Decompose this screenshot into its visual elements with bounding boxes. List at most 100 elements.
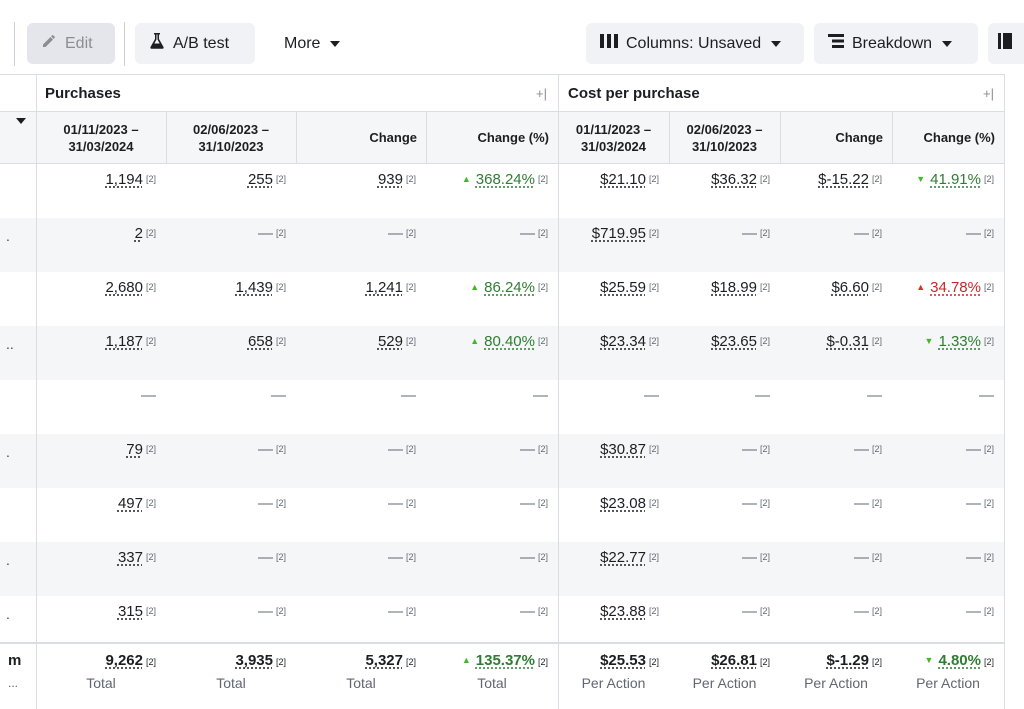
cell-value[interactable]: 80.40% xyxy=(484,333,535,350)
cell-value[interactable]: 658 xyxy=(248,333,273,350)
footnote-marker[interactable]: [2] xyxy=(538,174,548,184)
row-label[interactable]: .. xyxy=(6,336,14,352)
footnote-marker[interactable]: [2] xyxy=(146,552,156,562)
footnote-marker[interactable]: [2] xyxy=(760,336,770,346)
export-button[interactable] xyxy=(988,23,1024,64)
col-header-purchases-change[interactable]: Change xyxy=(296,112,426,163)
cell-value[interactable]: $23.88 xyxy=(600,603,646,620)
footnote-marker[interactable]: [2] xyxy=(538,336,548,346)
col-header-purchases-range2[interactable]: 02/06/2023 – 31/10/2023 xyxy=(166,112,296,163)
footnote-marker[interactable]: [2] xyxy=(649,498,659,508)
cell-value[interactable]: $719.95 xyxy=(592,225,646,242)
footnote-marker[interactable]: [2] xyxy=(538,228,548,238)
footnote-marker[interactable]: [2] xyxy=(406,228,416,238)
footnote-marker[interactable]: [2] xyxy=(538,444,548,454)
col-header-cost-change-pct[interactable]: Change (%) xyxy=(892,112,1004,163)
footnote-marker[interactable]: [2] xyxy=(146,606,156,616)
sort-caret-icon[interactable] xyxy=(16,118,26,124)
footnote-marker[interactable]: [2] xyxy=(984,552,994,562)
cell-value[interactable]: 255 xyxy=(248,171,273,188)
footnote-marker[interactable]: [2] xyxy=(760,606,770,616)
footnote-marker[interactable]: [2] xyxy=(984,444,994,454)
cell-value[interactable]: $22.77 xyxy=(600,549,646,566)
footnote-marker[interactable]: [2] xyxy=(649,552,659,562)
cell-value[interactable]: 1,194 xyxy=(105,171,143,188)
row-label[interactable]: . xyxy=(6,606,10,622)
footnote-marker[interactable]: [2] xyxy=(872,606,882,616)
cell-value[interactable]: 939 xyxy=(378,171,403,188)
footnote-marker[interactable]: [2] xyxy=(760,282,770,292)
cell-value[interactable]: $18.99 xyxy=(711,279,757,296)
footnote-marker[interactable]: [2] xyxy=(276,174,286,184)
cell-value[interactable]: 368.24% xyxy=(476,171,535,188)
footnote-marker[interactable]: [2] xyxy=(872,444,882,454)
footnote-marker[interactable]: [2] xyxy=(872,498,882,508)
cell-value[interactable]: $23.34 xyxy=(600,333,646,350)
more-button[interactable]: More xyxy=(270,23,362,64)
footnote-marker[interactable]: [2] xyxy=(276,606,286,616)
cell-value[interactable]: 79 xyxy=(126,441,143,458)
cell-value[interactable]: 1.33% xyxy=(938,333,981,350)
footnote-marker[interactable]: [2] xyxy=(649,282,659,292)
footnote-marker[interactable]: [2] xyxy=(984,282,994,292)
footnote-marker[interactable]: [2] xyxy=(276,336,286,346)
cell-value[interactable]: 315 xyxy=(118,603,143,620)
footnote-marker[interactable]: [2] xyxy=(406,606,416,616)
footnote-marker[interactable]: [2] xyxy=(872,228,882,238)
footnote-marker[interactable]: [2] xyxy=(276,282,286,292)
footnote-marker[interactable]: [2] xyxy=(760,174,770,184)
collapse-group-icon[interactable]: +| xyxy=(983,86,994,101)
footnote-marker[interactable]: [2] xyxy=(406,282,416,292)
cell-value[interactable]: 41.91% xyxy=(930,171,981,188)
footnote-marker[interactable]: [2] xyxy=(872,174,882,184)
footnote-marker[interactable]: [2] xyxy=(538,498,548,508)
edit-button[interactable]: Edit xyxy=(27,23,115,64)
footnote-marker[interactable]: [2] xyxy=(406,336,416,346)
cell-value[interactable]: 34.78% xyxy=(930,279,981,296)
footnote-marker[interactable]: [2] xyxy=(760,552,770,562)
footnote-marker[interactable]: [2] xyxy=(984,606,994,616)
cell-value[interactable]: 529 xyxy=(378,333,403,350)
cell-value[interactable]: 497 xyxy=(118,495,143,512)
footnote-marker[interactable]: [2] xyxy=(538,606,548,616)
footnote-marker[interactable]: [2] xyxy=(146,228,156,238)
footnote-marker[interactable]: [2] xyxy=(649,606,659,616)
cell-value[interactable]: $23.08 xyxy=(600,495,646,512)
footnote-marker[interactable]: [2] xyxy=(406,444,416,454)
col-header-cost-range1[interactable]: 01/11/2023 – 31/03/2024 xyxy=(558,112,669,163)
cell-value[interactable]: $30.87 xyxy=(600,441,646,458)
cell-value[interactable]: 1,187 xyxy=(105,333,143,350)
col-header-cost-range2[interactable]: 02/06/2023 – 31/10/2023 xyxy=(669,112,780,163)
footnote-marker[interactable]: [2] xyxy=(984,498,994,508)
footnote-marker[interactable]: [2] xyxy=(538,552,548,562)
col-header-purchases-range1[interactable]: 01/11/2023 – 31/03/2024 xyxy=(36,112,166,163)
footnote-marker[interactable]: [2] xyxy=(984,174,994,184)
row-label[interactable]: . xyxy=(6,228,10,244)
footnote-marker[interactable]: [2] xyxy=(872,336,882,346)
footnote-marker[interactable]: [2] xyxy=(649,228,659,238)
footnote-marker[interactable]: [2] xyxy=(649,336,659,346)
footnote-marker[interactable]: [2] xyxy=(276,444,286,454)
footnote-marker[interactable]: [2] xyxy=(146,282,156,292)
footnote-marker[interactable]: [2] xyxy=(146,444,156,454)
row-label[interactable]: . xyxy=(6,444,10,460)
footnote-marker[interactable]: [2] xyxy=(276,498,286,508)
cell-value[interactable]: 1,439 xyxy=(235,279,273,296)
breakdown-button[interactable]: Breakdown xyxy=(814,23,978,64)
cell-value[interactable]: $6.60 xyxy=(831,279,869,296)
row-label[interactable]: . xyxy=(6,552,10,568)
footnote-marker[interactable]: [2] xyxy=(146,498,156,508)
cell-value[interactable]: $23.65 xyxy=(711,333,757,350)
footnote-marker[interactable]: [2] xyxy=(406,498,416,508)
footnote-marker[interactable]: [2] xyxy=(649,444,659,454)
footnote-marker[interactable]: [2] xyxy=(760,228,770,238)
cell-value[interactable]: 337 xyxy=(118,549,143,566)
cell-value[interactable]: 1,241 xyxy=(365,279,403,296)
footnote-marker[interactable]: [2] xyxy=(276,228,286,238)
footnote-marker[interactable]: [2] xyxy=(406,174,416,184)
col-header-cost-change[interactable]: Change xyxy=(780,112,892,163)
cell-value[interactable]: $-0.31 xyxy=(826,333,869,350)
footnote-marker[interactable]: [2] xyxy=(760,444,770,454)
footnote-marker[interactable]: [2] xyxy=(538,282,548,292)
cell-value[interactable]: 86.24% xyxy=(484,279,535,296)
